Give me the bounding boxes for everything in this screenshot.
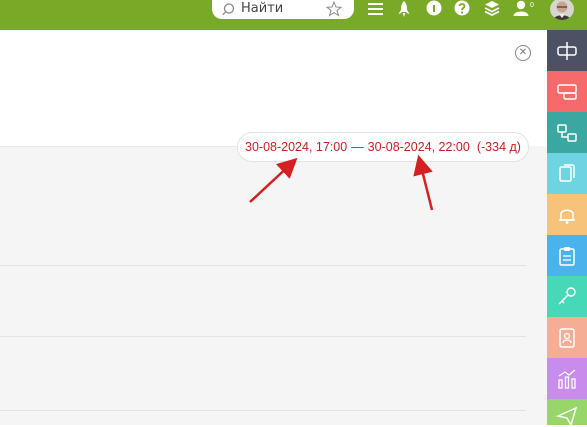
rail-flow[interactable] [547, 112, 587, 153]
key-icon [558, 286, 576, 305]
rail-bell[interactable] [547, 194, 587, 235]
list-area [0, 146, 547, 425]
star-icon[interactable] [326, 1, 342, 17]
rail-resize[interactable] [547, 30, 587, 71]
analytics-icon [558, 369, 576, 389]
clipboard-icon [559, 246, 575, 266]
rail-key[interactable] [547, 276, 587, 317]
row-divider [0, 265, 526, 266]
rail-analytics[interactable] [547, 358, 587, 399]
copy-icon [559, 163, 575, 182]
layers-icon[interactable] [482, 0, 502, 20]
range-separator: — [351, 140, 364, 154]
send-icon [556, 406, 578, 427]
rail-clipboard[interactable] [547, 235, 587, 276]
search-input[interactable]: Найти [241, 1, 283, 17]
help-icon[interactable] [452, 0, 472, 20]
top-bar: Найти 0 [0, 0, 587, 30]
rail-send[interactable] [547, 399, 587, 427]
range-end: 30-08-2024, 22:00 [367, 140, 470, 154]
range-start: 30-08-2024, 17:00 [245, 140, 348, 154]
avatar[interactable] [550, 0, 574, 20]
menu-icon[interactable] [366, 0, 386, 20]
row-divider [0, 410, 526, 411]
close-button[interactable]: ✕ [515, 45, 531, 61]
bell-icon [559, 209, 575, 224]
row-divider [0, 336, 526, 337]
date-range[interactable]: 30-08-2024, 17:00 — 30-08-2024, 22:00 (-… [237, 132, 529, 162]
user-icon[interactable]: 0 [512, 0, 536, 20]
resize-icon [557, 41, 577, 60]
user-badge: 0 [530, 2, 534, 9]
info-icon[interactable] [424, 0, 444, 20]
window-icon [557, 83, 577, 100]
flow-icon [557, 123, 577, 142]
rail-copy[interactable] [547, 153, 587, 194]
rocket-icon[interactable] [394, 0, 414, 20]
search-box[interactable]: Найти [212, 0, 354, 19]
contact-icon [559, 327, 575, 348]
close-icon: ✕ [518, 47, 528, 58]
right-rail [547, 30, 587, 427]
rail-window[interactable] [547, 71, 587, 112]
range-days: (-334 д) [476, 140, 521, 154]
search-icon [222, 3, 235, 16]
rail-contact[interactable] [547, 317, 587, 358]
